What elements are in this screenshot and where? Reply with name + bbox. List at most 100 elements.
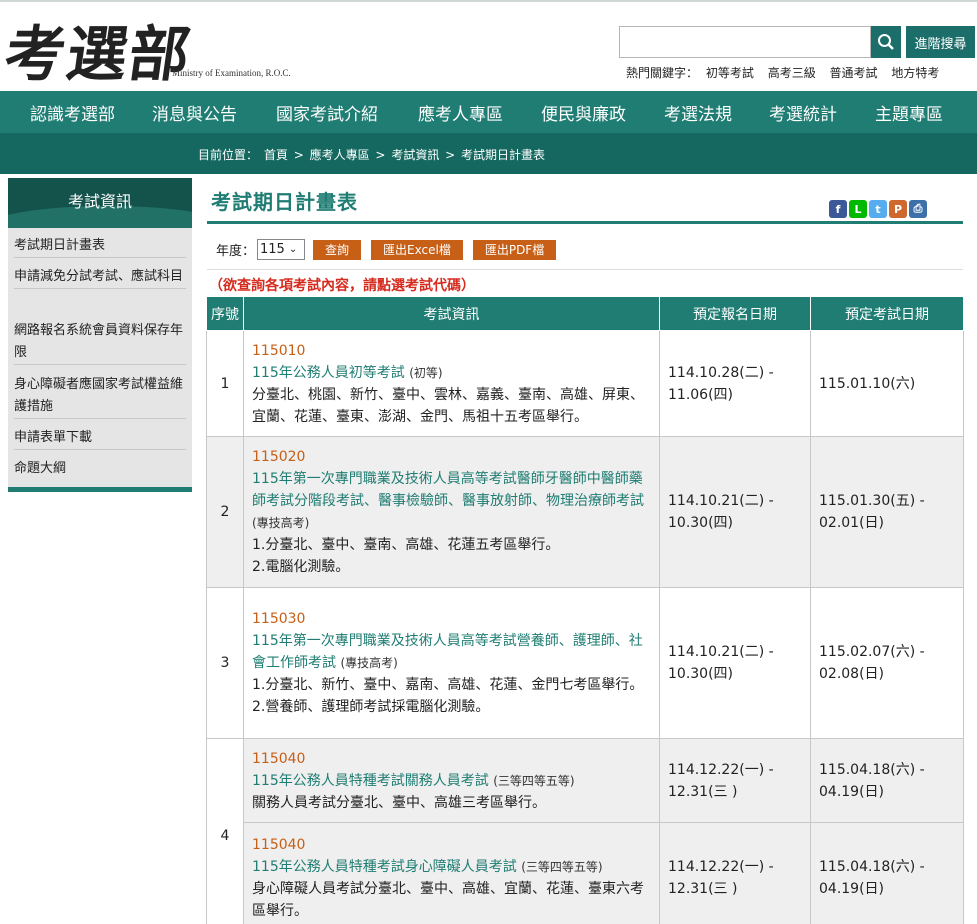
search-icon — [878, 34, 894, 50]
year-label: 年度： — [216, 244, 256, 259]
breadcrumb: 目前位置： 首頁 > 應考人專區 > 考試資訊 > 考試期日計畫表 — [198, 146, 547, 163]
exam-info-cell: 115030 115年第一次專門職業及技術人員高等考試營養師、護理師、社會工作師… — [243, 587, 660, 739]
plurk-icon[interactable]: P — [889, 200, 907, 218]
row-number: 1 — [206, 330, 244, 437]
nav-item-about[interactable]: 認識考選部 — [30, 100, 115, 125]
sidebar-item-exemption[interactable]: 申請減免分試考試、應試科目 — [14, 266, 186, 289]
exam-code-link[interactable]: 115030 — [252, 608, 651, 630]
exam-code-link[interactable]: 115020 — [252, 446, 651, 468]
facebook-icon[interactable]: f — [829, 200, 847, 218]
nav-item-candidates[interactable]: 應考人專區 — [418, 100, 503, 125]
exam-description: 關務人員考試分臺北、臺中、高雄三考區舉行。 — [252, 794, 546, 811]
hot-keywords: 熱門關鍵字： 初等考試 高考三級 普通考試 地方特考 — [626, 64, 949, 81]
breadcrumb-separator: > — [445, 148, 456, 162]
exam-level: (三等四等五等) — [521, 859, 603, 874]
exam-date: 115.01.10(六) — [810, 330, 964, 437]
search-button[interactable] — [871, 26, 901, 58]
registration-date: 114.12.22(一) - 12.31(三 ) — [659, 738, 811, 823]
table-row: 2 115020 115年第一次專門職業及技術人員高等考試醫師牙醫師中醫師藥師考… — [206, 436, 964, 588]
chevron-down-icon: ⌄ — [288, 244, 298, 255]
registration-date: 114.10.21(二) - 10.30(四) — [659, 587, 811, 739]
exam-info-cell: 115040 115年公務人員特種考試身心障礙人員考試 (三等四等五等) 身心障… — [243, 822, 660, 924]
exam-level: (初等) — [409, 365, 443, 380]
year-select-value: 115 — [260, 242, 285, 257]
breadcrumb-separator: > — [375, 148, 386, 162]
breadcrumb-candidates[interactable]: 應考人專區 — [310, 148, 370, 162]
column-header-exam-date: 預定考試日期 — [810, 296, 964, 331]
exam-level: (專技高考) — [252, 516, 310, 530]
print-icon[interactable]: ⎙ — [909, 200, 927, 218]
exam-date: 115.04.18(六) - 04.19(日) — [810, 822, 964, 924]
breadcrumb-label: 目前位置： — [198, 148, 259, 162]
hot-keyword[interactable]: 普通考試 — [830, 66, 878, 80]
exam-description: 1.分臺北、臺中、臺南、高雄、花蓮五考區舉行。 — [252, 537, 560, 553]
exam-date: 115.02.07(六) - 02.08(日) — [810, 587, 964, 739]
hot-keyword[interactable]: 高考三級 — [768, 66, 816, 80]
search-input[interactable] — [619, 26, 871, 58]
breadcrumb-exam-info[interactable]: 考試資訊 — [391, 148, 439, 162]
exam-code-link[interactable]: 115040 — [252, 748, 651, 770]
line-icon[interactable]: L — [849, 200, 867, 218]
export-pdf-button[interactable]: 匯出PDF檔 — [472, 239, 557, 260]
share-bar: f L t P ⎙ — [829, 200, 927, 218]
exam-level: (三等四等五等) — [493, 773, 575, 788]
table-row: 1 115010 115年公務人員初等考試 (初等) 分臺北、桃園、新竹、臺中、… — [206, 330, 964, 437]
sidebar-header: 考試資訊 — [8, 178, 192, 228]
exam-name-link[interactable]: 115年第一次專門職業及技術人員高等考試營養師、護理師、社會工作師考試 — [252, 633, 643, 671]
table-row: 3 115030 115年第一次專門職業及技術人員高等考試營養師、護理師、社會工… — [206, 587, 964, 739]
advanced-search-button[interactable]: 進階搜尋 — [906, 26, 975, 58]
query-button[interactable]: 查詢 — [313, 239, 362, 260]
exam-date: 115.01.30(五) - 02.01(日) — [810, 436, 964, 588]
nav-item-exams[interactable]: 國家考試介紹 — [276, 100, 378, 125]
nav-item-laws[interactable]: 考選法規 — [664, 100, 732, 125]
exam-name-link[interactable]: 115年第一次專門職業及技術人員高等考試醫師牙醫師中醫師藥師考試分階段考試、醫事… — [252, 471, 644, 509]
exam-level: (專技高考) — [340, 656, 398, 670]
column-header-no: 序號 — [206, 296, 244, 331]
exam-description: 1.分臺北、新竹、臺中、嘉南、高雄、花蓮、金門七考區舉行。 — [252, 677, 644, 693]
hot-keywords-label: 熱門關鍵字： — [626, 66, 699, 80]
breadcrumb-home[interactable]: 首頁 — [264, 148, 288, 162]
exam-name-link[interactable]: 115年公務人員初等考試 — [252, 365, 405, 381]
exam-name-link[interactable]: 115年公務人員特種考試身心障礙人員考試 — [252, 859, 517, 875]
registration-date: 114.10.21(二) - 10.30(四) — [659, 436, 811, 588]
notice-text: （欲查詢各項考試內容，請點選考試代碼） — [209, 278, 475, 294]
exam-info-cell: 115010 115年公務人員初等考試 (初等) 分臺北、桃園、新竹、臺中、雲林… — [243, 330, 660, 437]
twitter-icon[interactable]: t — [869, 200, 887, 218]
exam-info-cell: 115020 115年第一次專門職業及技術人員高等考試醫師牙醫師中醫師藥師考試分… — [243, 436, 660, 588]
nav-item-topics[interactable]: 主題專區 — [875, 100, 943, 125]
hot-keyword[interactable]: 地方特考 — [891, 66, 939, 80]
row-number: 2 — [206, 436, 244, 588]
nav-item-services[interactable]: 便民與廉政 — [541, 100, 626, 125]
schedule-table: 序號 考試資訊 預定報名日期 預定考試日期 1 115010 115年公務人員初… — [206, 296, 964, 924]
exam-name-link[interactable]: 115年公務人員特種考試關務人員考試 — [252, 773, 489, 789]
nav-item-news[interactable]: 消息與公告 — [152, 100, 237, 125]
exam-date: 115.04.18(六) - 04.19(日) — [810, 738, 964, 823]
column-header-registration: 預定報名日期 — [659, 296, 811, 331]
exam-description: 身心障礙人員考試分臺北、臺中、高雄、宜蘭、花蓮、臺東六考區舉行。 — [252, 880, 644, 919]
sidebar-item-syllabus[interactable]: 命題大綱 — [14, 458, 186, 480]
logo-subtitle: Ministry of Examination, R.O.C. — [172, 68, 291, 78]
table-row: 115040 115年公務人員特種考試身心障礙人員考試 (三等四等五等) 身心障… — [207, 822, 964, 924]
export-excel-button[interactable]: 匯出Excel檔 — [371, 239, 463, 260]
registration-date: 114.10.28(二) - 11.06(四) — [659, 330, 811, 437]
row-number: 4 — [206, 738, 244, 924]
registration-date: 114.12.22(一) - 12.31(三 ) — [659, 822, 811, 924]
exam-code-link[interactable]: 115040 — [252, 834, 651, 856]
sidebar-item-schedule[interactable]: 考試期日計畫表 — [14, 235, 186, 258]
sidebar-item-forms[interactable]: 申請表單下載 — [14, 427, 186, 450]
sidebar-item-disability-rights[interactable]: 身心障礙者應國家考試權益維護措施 — [14, 374, 186, 419]
logo[interactable]: 考選部 Ministry of Examination, R.O.C. — [0, 2, 304, 90]
sidebar-menu: 考試期日計畫表 申請減免分試考試、應試科目 網路報名系統會員資料保存年限 身心障… — [8, 228, 192, 492]
row-number: 3 — [206, 587, 244, 739]
year-select[interactable]: 115 ⌄ — [257, 239, 306, 260]
sidebar-item-member-data[interactable]: 網路報名系統會員資料保存年限 — [14, 320, 186, 365]
sidebar-title: 考試資訊 — [67, 192, 132, 211]
exam-description: 分臺北、桃園、新竹、臺中、雲林、嘉義、臺南、高雄、屏東、宜蘭、花蓮、臺東、澎湖、… — [252, 386, 644, 425]
hot-keyword[interactable]: 初等考試 — [706, 66, 754, 80]
page-title: 考試期日計畫表 — [211, 190, 358, 214]
exam-code-link[interactable]: 115010 — [252, 340, 651, 362]
column-header-info: 考試資訊 — [243, 296, 660, 331]
nav-item-statistics[interactable]: 考選統計 — [769, 100, 837, 125]
breadcrumb-bar: 目前位置： 首頁 > 應考人專區 > 考試資訊 > 考試期日計畫表 — [0, 133, 977, 174]
breadcrumb-current[interactable]: 考試期日計畫表 — [461, 148, 545, 162]
